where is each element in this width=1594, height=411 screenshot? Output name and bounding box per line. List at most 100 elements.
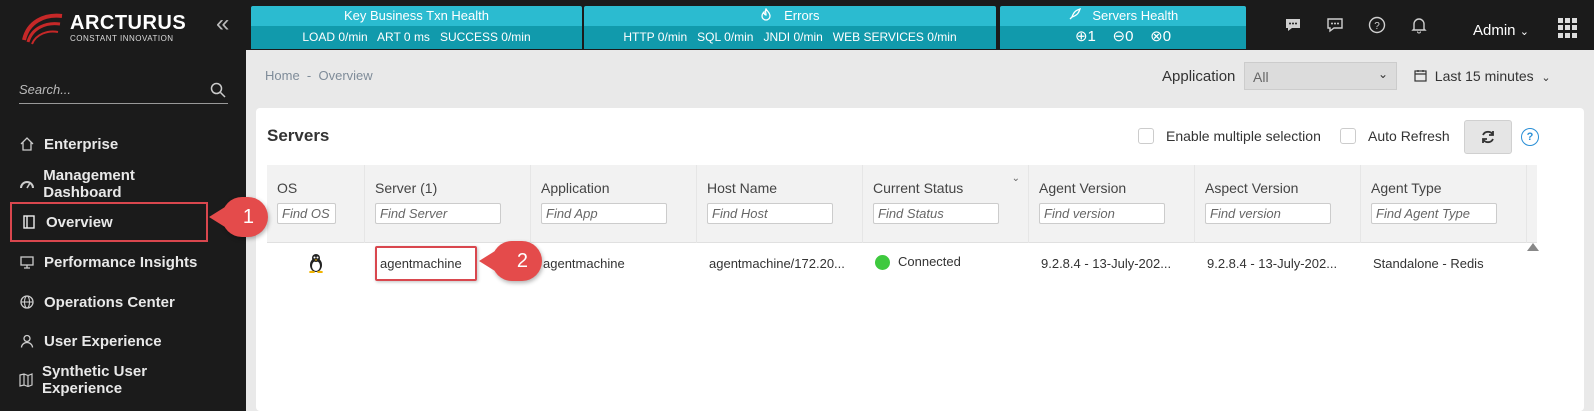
txn-art: ART 0 ms xyxy=(377,30,430,44)
chat-outline-icon[interactable] xyxy=(1326,16,1344,39)
errors-metrics: HTTP 0/min SQL 0/min JNDI 0/min WEB SERV… xyxy=(584,26,996,49)
time-range-picker[interactable]: Last 15 minutes ⌄ xyxy=(1414,68,1551,84)
chevron-down-icon: ⌄ xyxy=(1541,72,1551,84)
txn-health-metrics: LOAD 0/min ART 0 ms SUCCESS 0/min xyxy=(251,26,582,49)
aspect-version-cell: 9.2.8.4 - 13-July-202... xyxy=(1207,256,1338,271)
home-icon xyxy=(18,135,36,153)
auto-refresh-toggle[interactable]: Auto Refresh xyxy=(1340,128,1450,144)
callout-number: 2 xyxy=(516,249,528,272)
status-connected-icon xyxy=(875,255,890,271)
sidebar-item-label: Enterprise xyxy=(44,135,119,153)
column-label: Host Name xyxy=(707,180,778,196)
sidebar-search-input[interactable] xyxy=(19,82,199,97)
sidebar-item-management-dashboard[interactable]: Management Dashboard xyxy=(10,164,210,204)
servers-health-title-row: Servers Health xyxy=(1000,6,1246,26)
arrow-right-circle-icon: ⊖ xyxy=(1112,28,1126,45)
filter-agent-version-input[interactable] xyxy=(1039,203,1165,224)
txn-load: LOAD 0/min xyxy=(302,30,368,44)
breadcrumb-home[interactable]: Home xyxy=(265,68,300,83)
help-circle-icon[interactable]: ? xyxy=(1368,16,1386,39)
application-select[interactable]: All ⌄ xyxy=(1244,62,1397,90)
server-name-cell[interactable]: agentmachine xyxy=(375,246,477,281)
sidebar-item-enterprise[interactable]: Enterprise xyxy=(10,124,210,164)
servers-health-title: Servers Health xyxy=(1092,8,1179,23)
user-icon xyxy=(18,332,36,350)
servers-down-count: 0 xyxy=(1162,28,1172,45)
filter-agent-type-input[interactable] xyxy=(1371,203,1497,224)
sidebar-item-label: Performance Insights xyxy=(44,253,198,271)
filter-app-input[interactable] xyxy=(541,203,667,224)
filter-os-input[interactable] xyxy=(277,203,336,224)
filter-aspect-version-input[interactable] xyxy=(1205,203,1331,224)
servers-health-widget[interactable]: Servers Health ⊕1 ⊖0 ⊗0 xyxy=(1000,6,1246,49)
column-label: Agent Type xyxy=(1371,180,1442,196)
errors-webservices: WEB SERVICES 0/min xyxy=(832,30,957,44)
brand-name: ARCTURUS xyxy=(70,12,187,34)
sidebar-item-performance-insights[interactable]: Performance Insights xyxy=(10,242,210,282)
filter-server-input[interactable] xyxy=(375,203,501,224)
monitor-icon xyxy=(18,253,36,271)
column-host-name: Host Name xyxy=(697,165,863,243)
column-os: OS xyxy=(267,165,365,243)
agent-type-cell: Standalone - Redis xyxy=(1373,256,1484,271)
apps-grid-icon[interactable] xyxy=(1558,18,1578,38)
servers-table: OS Server (1) Application Host Name Curr… xyxy=(267,165,1537,411)
arrow-down-circle-icon: ⊗ xyxy=(1150,28,1163,45)
fire-icon xyxy=(761,7,772,21)
calendar-icon xyxy=(1414,68,1431,84)
sidebar-item-operations-center[interactable]: Operations Center xyxy=(10,282,210,322)
column-aspect-version: Aspect Version xyxy=(1195,165,1361,243)
search-icon[interactable] xyxy=(210,82,226,101)
servers-health-counts: ⊕1 ⊖0 ⊗0 xyxy=(1000,26,1246,49)
column-label: Agent Version xyxy=(1039,180,1127,196)
table-header: OS Server (1) Application Host Name Curr… xyxy=(267,165,1537,243)
multi-select-checkbox[interactable] xyxy=(1138,128,1154,144)
sidebar-item-user-experience[interactable]: User Experience xyxy=(10,321,210,361)
scroll-up-arrow-icon[interactable] xyxy=(1527,243,1539,251)
sidebar-search xyxy=(19,82,228,104)
errors-widget[interactable]: Errors HTTP 0/min SQL 0/min JNDI 0/min W… xyxy=(584,6,996,49)
main-content: Home - Overview Application All ⌄ Last 1… xyxy=(246,50,1594,411)
refresh-button[interactable] xyxy=(1464,120,1512,154)
arcturus-logo-icon xyxy=(22,13,63,45)
sidebar-item-synthetic-user-experience[interactable]: Synthetic User Experience xyxy=(10,360,210,400)
servers-warn-count: 0 xyxy=(1125,28,1134,45)
map-icon xyxy=(18,371,34,389)
status-text: Connected xyxy=(898,254,961,269)
filter-host-input[interactable] xyxy=(707,203,833,224)
globe-icon xyxy=(18,293,36,311)
sort-chevron-icon[interactable]: ⌄ xyxy=(1012,173,1020,184)
sidebar-item-label: Operations Center xyxy=(44,293,175,311)
breadcrumb-current: Overview xyxy=(318,68,373,83)
sidebar-item-overview[interactable]: Overview xyxy=(10,202,208,242)
refresh-icon xyxy=(1482,130,1494,144)
help-icon[interactable]: ? xyxy=(1521,128,1539,146)
application-label: Application xyxy=(1162,68,1236,85)
errors-http: HTTP 0/min xyxy=(623,30,688,44)
column-agent-type: Agent Type xyxy=(1361,165,1527,243)
txn-success: SUCCESS 0/min xyxy=(439,30,531,44)
txn-health-widget[interactable]: Key Business Txn Health LOAD 0/min ART 0… xyxy=(251,6,582,49)
sidebar: Enterprise Management Dashboard Overview… xyxy=(0,50,246,411)
collapse-sidebar-icon[interactable]: « xyxy=(216,12,229,36)
user-menu[interactable]: Admin ⌄ xyxy=(1473,22,1529,39)
brand-logo[interactable]: ARCTURUS CONSTANT INNOVATION xyxy=(18,8,198,45)
column-label: Aspect Version xyxy=(1205,180,1299,196)
column-label: Application xyxy=(541,180,610,196)
filter-status-input[interactable] xyxy=(873,203,999,224)
chat-filled-icon[interactable] xyxy=(1284,16,1302,39)
column-application: Application xyxy=(531,165,697,243)
bell-icon[interactable] xyxy=(1410,16,1428,39)
user-name: Admin xyxy=(1473,22,1516,39)
auto-refresh-checkbox[interactable] xyxy=(1340,128,1356,144)
column-label: OS xyxy=(277,180,298,196)
multi-select-toggle[interactable]: Enable multiple selection xyxy=(1138,128,1321,144)
auto-refresh-label: Auto Refresh xyxy=(1368,128,1450,144)
column-server: Server (1) xyxy=(365,165,531,243)
top-bar: ARCTURUS CONSTANT INNOVATION « Key Busin… xyxy=(0,0,1594,50)
chevron-down-icon: ⌄ xyxy=(1519,26,1529,38)
application-selected-value: All xyxy=(1253,69,1269,85)
svg-text:?: ? xyxy=(1374,21,1380,32)
errors-jndi: JNDI 0/min xyxy=(763,30,823,44)
sidebar-item-label: User Experience xyxy=(44,332,162,350)
